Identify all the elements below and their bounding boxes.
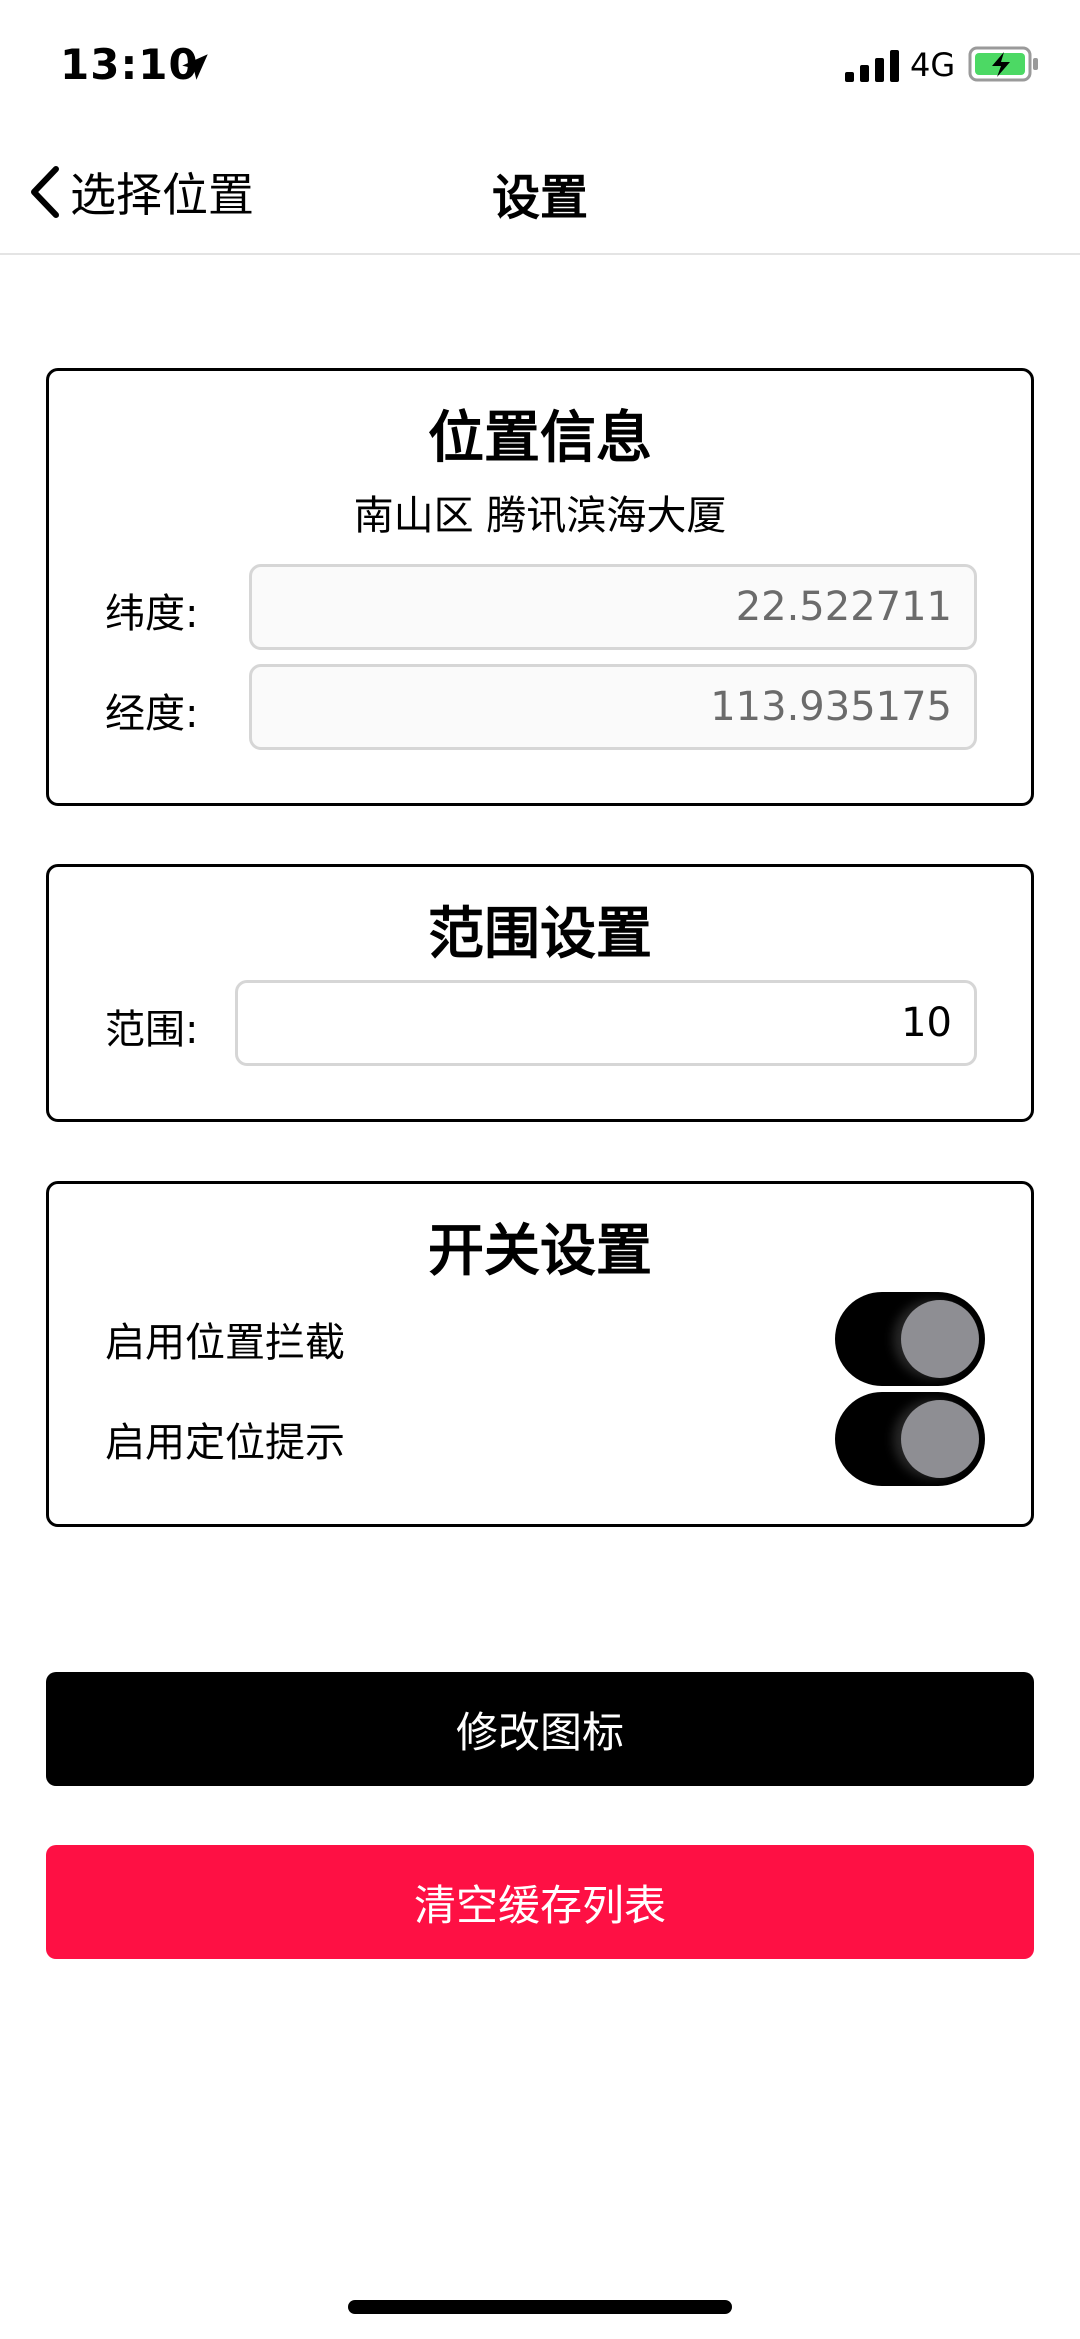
- switch-card-title: 开关设置: [428, 1219, 652, 1284]
- location-intercept-label: 启用位置拦截: [105, 1320, 345, 1366]
- range-label: 范围:: [105, 1007, 199, 1053]
- location-card-title: 位置信息: [428, 406, 652, 471]
- switch-settings-card: 开关设置 启用位置拦截 启用定位提示: [46, 1181, 1034, 1527]
- toggle-knob: [901, 1400, 979, 1478]
- range-card-title: 范围设置: [428, 902, 652, 967]
- longitude-label: 经度:: [105, 691, 199, 737]
- range-settings-card: 范围设置 范围:: [46, 864, 1034, 1122]
- range-input[interactable]: [235, 980, 977, 1066]
- navigation-bar: 选择位置 设置: [0, 130, 1080, 255]
- toggle-knob: [901, 1300, 979, 1378]
- latitude-label: 纬度:: [105, 591, 199, 637]
- change-icon-button[interactable]: 修改图标: [46, 1672, 1034, 1786]
- page-title: 设置: [491, 170, 588, 226]
- latitude-input[interactable]: [249, 564, 977, 650]
- address-text: 南山区 腾讯滨海大厦: [353, 493, 727, 539]
- battery-charging-icon: [968, 46, 1038, 82]
- longitude-input[interactable]: [249, 664, 977, 750]
- status-bar: 13:10 4G: [0, 0, 1080, 130]
- location-info-card: 位置信息 南山区 腾讯滨海大厦 纬度: 经度:: [46, 368, 1034, 806]
- clear-cache-button[interactable]: 清空缓存列表: [46, 1845, 1034, 1959]
- settings-screen: 13:10 4G 选择位置 设置 位置信息 南山区 腾讯滨海大厦 纬度: 22.…: [0, 0, 1080, 2339]
- home-indicator: [348, 2300, 732, 2314]
- network-type: 4G: [910, 46, 956, 84]
- location-prompt-toggle[interactable]: [835, 1392, 985, 1486]
- location-arrow-icon: [182, 54, 208, 80]
- location-intercept-toggle[interactable]: [835, 1292, 985, 1386]
- location-prompt-label: 启用定位提示: [105, 1420, 345, 1466]
- cellular-signal-icon: [845, 50, 899, 82]
